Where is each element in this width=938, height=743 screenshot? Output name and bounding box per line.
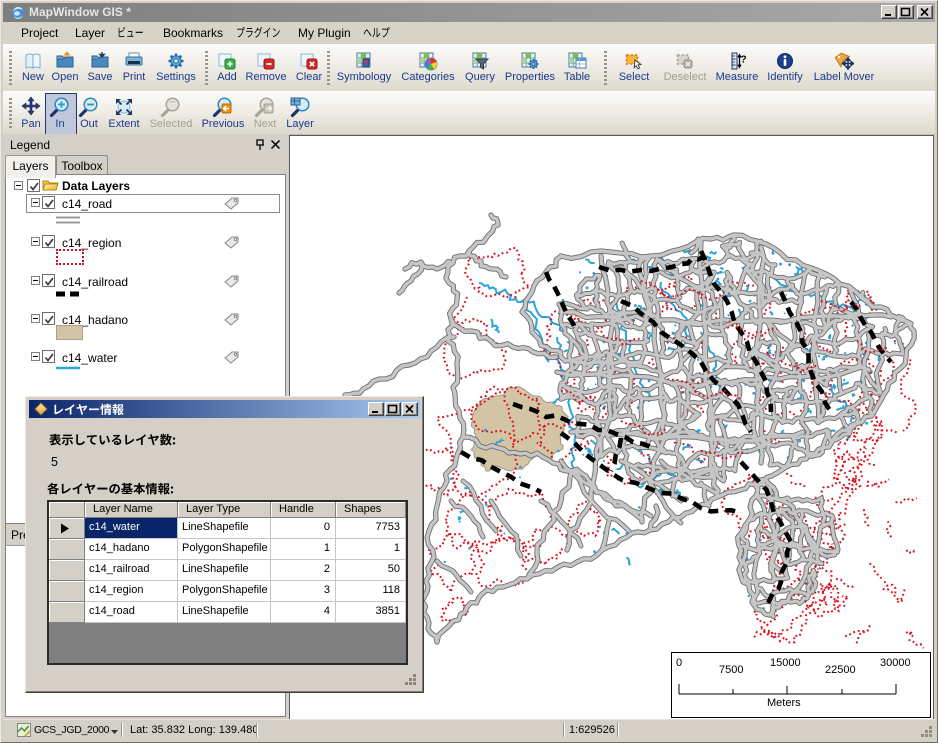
svg-text:?: ? xyxy=(741,55,747,66)
